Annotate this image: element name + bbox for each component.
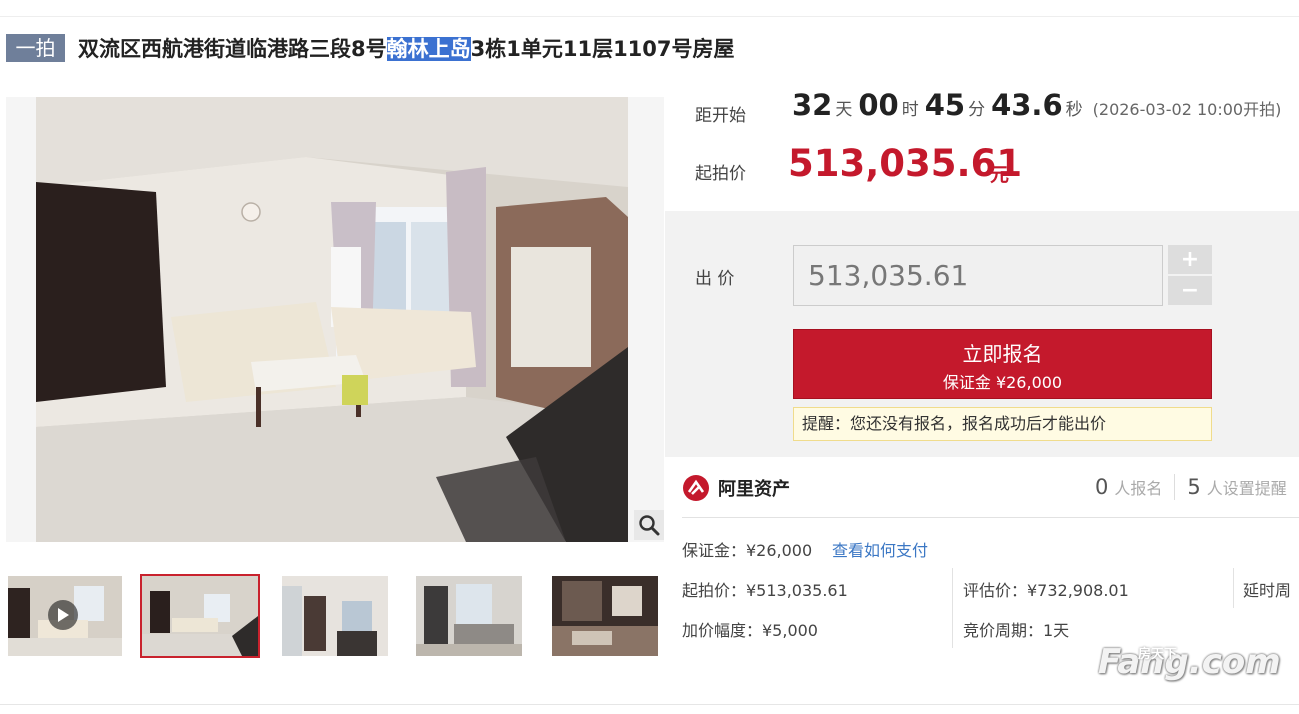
start-price-unit: 元	[990, 164, 1010, 186]
thumbnail-photo	[416, 576, 522, 656]
start-price-info: 起拍价：¥513,035.61	[682, 581, 848, 600]
play-icon	[48, 600, 78, 630]
zoom-button[interactable]	[634, 510, 664, 540]
main-photo[interactable]	[6, 97, 664, 542]
magnifier-icon	[639, 515, 660, 536]
thumbnail-3[interactable]	[282, 576, 388, 656]
countdown-days: 32	[792, 88, 833, 122]
fang-watermark-cn: 房天下	[1138, 647, 1178, 662]
countdown-minutes: 45	[924, 88, 966, 122]
signup-button[interactable]: 立即报名 保证金 ¥26,000	[793, 329, 1212, 399]
start-price-value: 513,035.61	[788, 142, 1023, 185]
column-divider	[952, 568, 953, 648]
bid-increment-info: 加价幅度：¥5,000	[682, 621, 818, 640]
delay-period-info: 延时周	[1243, 581, 1292, 600]
bottom-divider	[0, 704, 1299, 705]
seller-brand[interactable]: 阿里资产	[682, 474, 790, 502]
reminder-count: 5	[1187, 475, 1201, 499]
title-prefix: 双流区西航港街道临港路三段8号	[78, 37, 387, 61]
page-title: 双流区西航港街道临港路三段8号翰林上岛3栋1单元11层1107号房屋	[78, 34, 735, 64]
seller-name: 阿里资产	[718, 479, 790, 500]
signup-count-label: 人报名	[1114, 479, 1163, 498]
increase-bid-button[interactable]: +	[1168, 245, 1212, 274]
auction-start-time: (2026-03-02 10:00开拍)	[1092, 100, 1282, 119]
deposit-label: 保证金 ¥26,000	[942, 373, 1063, 392]
seconds-unit: 秒	[1065, 100, 1083, 120]
section-divider	[682, 517, 1299, 518]
thumbnail-4[interactable]	[416, 576, 522, 656]
top-divider	[0, 16, 1299, 17]
countdown-hours: 00	[858, 88, 899, 122]
countdown-seconds: 43.6	[991, 88, 1063, 122]
thumbnail-photo	[552, 576, 658, 656]
countdown-label: 距开始	[695, 106, 746, 126]
living-room-photo	[36, 97, 628, 542]
countdown-timer: 32 天 00 时 45 分 43.6 秒 (2026-03-02 10:00开拍)	[792, 88, 1281, 128]
minutes-unit: 分	[968, 100, 986, 120]
stats-divider	[1174, 474, 1176, 500]
deposit-info: 保证金：¥26,000	[682, 541, 813, 560]
appraisal-price-info: 评估价：¥732,908.01	[963, 581, 1129, 600]
decrease-bid-button[interactable]: −	[1168, 276, 1212, 305]
round-badge: 一拍	[6, 34, 65, 62]
signup-count: 0	[1095, 475, 1109, 499]
signup-label: 立即报名	[962, 342, 1043, 366]
signup-reminder: 提醒：您还没有报名，报名成功后才能出价	[793, 407, 1212, 441]
thumbnail-1-video[interactable]	[8, 576, 122, 656]
days-unit: 天	[835, 100, 853, 120]
column-divider	[1233, 568, 1234, 608]
title-suffix: 3栋1单元11层1107号房屋	[470, 37, 735, 61]
auction-period-info: 竞价周期：1天	[963, 621, 1070, 640]
thumbnail-photo	[142, 576, 258, 656]
thumbnail-photo	[282, 576, 388, 656]
fang-watermark: Fang.com	[1098, 642, 1281, 682]
ali-assets-logo-icon	[683, 475, 709, 501]
thumbnail-2-selected[interactable]	[140, 574, 260, 658]
start-price-label: 起拍价	[695, 164, 746, 184]
thumbnail-5[interactable]	[552, 576, 658, 656]
bid-label: 出 价	[695, 269, 735, 289]
how-to-pay-link[interactable]: 查看如何支付	[832, 537, 928, 561]
hours-unit: 时	[901, 100, 919, 120]
title-highlight: 翰林上岛	[386, 37, 471, 61]
bid-amount-input[interactable]: 513,035.61	[793, 245, 1163, 306]
auction-stats: 0 人报名 5 人设置提醒	[1095, 474, 1287, 500]
reminder-count-label: 人设置提醒	[1206, 479, 1287, 498]
